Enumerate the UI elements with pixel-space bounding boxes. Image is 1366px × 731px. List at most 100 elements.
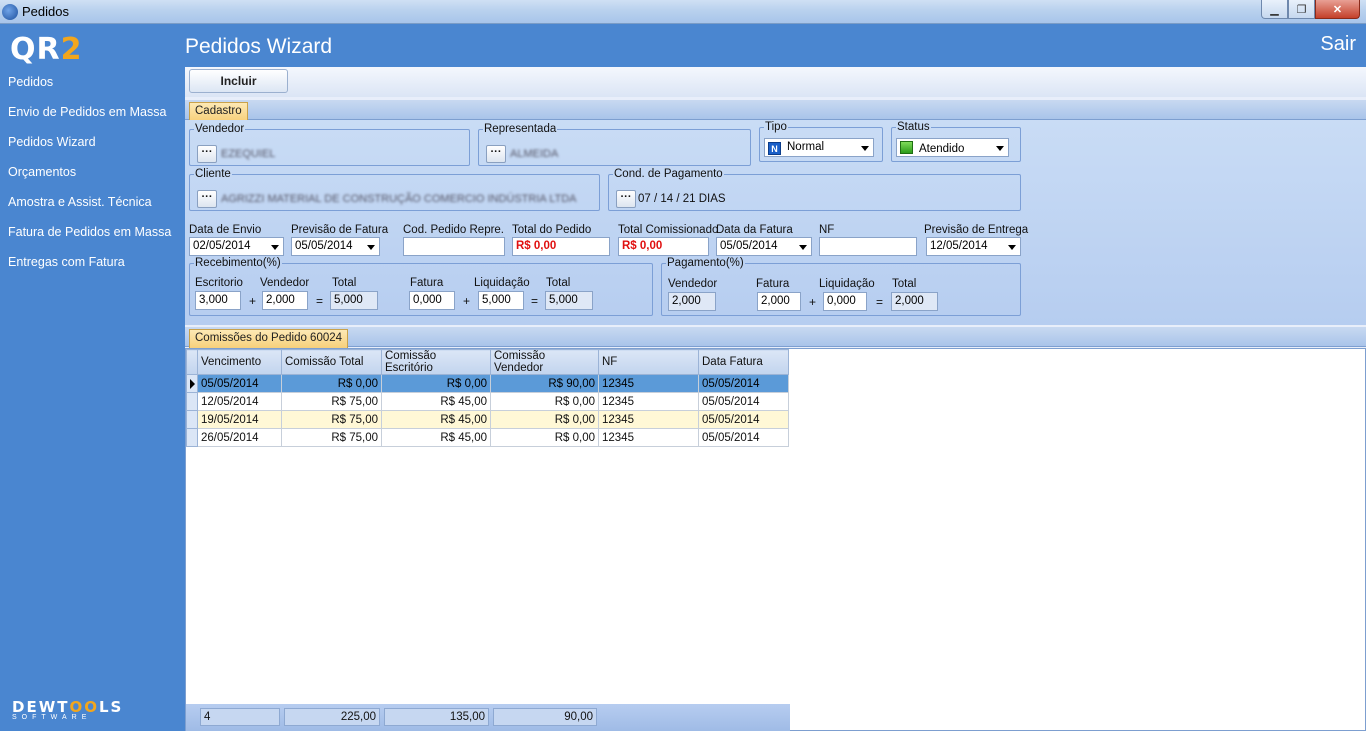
rec-fatura-input[interactable]: 0,000 bbox=[409, 291, 455, 310]
sidebar-item-fatura-pedidos-massa[interactable]: Fatura de Pedidos em Massa bbox=[0, 220, 185, 250]
cell-data-fatura[interactable]: 05/05/2014 bbox=[698, 428, 789, 447]
cell-comissao-vendedor[interactable]: R$ 0,00 bbox=[490, 392, 599, 411]
cod-pedido-input[interactable] bbox=[403, 237, 505, 256]
table-row[interactable]: 05/05/2014 R$ 0,00 R$ 0,00 R$ 90,00 1234… bbox=[186, 374, 789, 393]
pag-liquidacao-input[interactable]: 0,000 bbox=[823, 292, 867, 311]
chevron-down-icon bbox=[861, 146, 869, 151]
cell-data-fatura[interactable]: 05/05/2014 bbox=[698, 410, 789, 429]
cell-comissao-total[interactable]: R$ 75,00 bbox=[281, 428, 382, 447]
representada-lookup-button[interactable]: ··· bbox=[486, 145, 506, 163]
cadastro-panel: Vendedor ··· EZEQUIEL Representada ··· A… bbox=[185, 120, 1366, 325]
cliente-label: Cliente bbox=[195, 168, 231, 180]
vendedor-group: Vendedor ··· EZEQUIEL bbox=[189, 123, 470, 166]
data-envio-label: Data de Envio bbox=[189, 224, 262, 236]
total-comissionado-input[interactable]: R$ 0,00 bbox=[618, 237, 709, 256]
table-row[interactable]: 26/05/2014 R$ 75,00 R$ 45,00 R$ 0,00 123… bbox=[186, 428, 789, 447]
cell-comissao-escritorio[interactable]: R$ 45,00 bbox=[381, 428, 491, 447]
window-titlebar: Pedidos ▁ ❐ ✕ bbox=[0, 0, 1366, 24]
col-comissao-escritorio[interactable]: Comissão Escritório bbox=[381, 349, 491, 375]
data-envio-picker[interactable]: 02/05/2014 bbox=[189, 237, 284, 256]
sidebar-item-pedidos-wizard[interactable]: Pedidos Wizard bbox=[0, 130, 185, 160]
cell-vencimento[interactable]: 19/05/2014 bbox=[197, 410, 282, 429]
cell-nf[interactable]: 12345 bbox=[598, 374, 699, 393]
cell-nf[interactable]: 12345 bbox=[598, 392, 699, 411]
col-data-fatura[interactable]: Data Fatura bbox=[698, 349, 789, 375]
minimize-button[interactable]: ▁ bbox=[1261, 0, 1288, 19]
cell-comissao-escritorio[interactable]: R$ 45,00 bbox=[381, 392, 491, 411]
cell-comissao-vendedor[interactable]: R$ 0,00 bbox=[490, 428, 599, 447]
rec-liquidacao-input[interactable]: 5,000 bbox=[478, 291, 524, 310]
row-selector[interactable] bbox=[186, 428, 198, 447]
incluir-button[interactable]: Incluir bbox=[189, 69, 288, 93]
nf-input[interactable] bbox=[819, 237, 917, 256]
sidebar-item-envio-pedidos-massa[interactable]: Envio de Pedidos em Massa bbox=[0, 100, 185, 130]
row-selector[interactable] bbox=[186, 392, 198, 411]
tipo-select[interactable]: N Normal bbox=[764, 138, 874, 157]
vendedor-lookup-button[interactable]: ··· bbox=[197, 145, 217, 163]
cell-vencimento[interactable]: 12/05/2014 bbox=[197, 392, 282, 411]
tab-cadastro[interactable]: Cadastro bbox=[189, 102, 248, 121]
main-panel: Incluir Cadastro Vendedor ··· EZEQUIEL R… bbox=[185, 67, 1366, 731]
plus-sign: + bbox=[809, 295, 817, 309]
normal-type-icon: N bbox=[768, 142, 781, 155]
cell-vencimento[interactable]: 26/05/2014 bbox=[197, 428, 282, 447]
data-fatura-label: Data da Fatura bbox=[716, 224, 793, 236]
status-select[interactable]: Atendido bbox=[896, 138, 1009, 157]
cell-nf[interactable]: 12345 bbox=[598, 428, 699, 447]
row-selector[interactable] bbox=[186, 410, 198, 429]
exit-link[interactable]: Sair bbox=[1320, 33, 1356, 56]
tipo-label: Tipo bbox=[765, 121, 787, 133]
sidebar-item-pedidos[interactable]: Pedidos bbox=[0, 70, 185, 100]
cell-data-fatura[interactable]: 05/05/2014 bbox=[698, 392, 789, 411]
comissoes-grid: Vencimento Comissão Total Comissão Escri… bbox=[185, 348, 1366, 731]
row-selector-header bbox=[186, 349, 198, 375]
pagamento-group: Pagamento(%) Vendedor 2,000 Fatura 2,000… bbox=[661, 257, 1021, 316]
rec-total2-label: Total bbox=[546, 277, 571, 289]
close-button[interactable]: ✕ bbox=[1315, 0, 1360, 19]
status-label: Status bbox=[897, 121, 930, 133]
col-comissao-total[interactable]: Comissão Total bbox=[281, 349, 382, 375]
cell-comissao-total[interactable]: R$ 75,00 bbox=[281, 410, 382, 429]
cell-comissao-vendedor[interactable]: R$ 90,00 bbox=[490, 374, 599, 393]
previsao-fatura-label: Previsão de Fatura bbox=[291, 224, 389, 236]
cond-pagamento-label: Cond. de Pagamento bbox=[614, 168, 723, 180]
cell-comissao-escritorio[interactable]: R$ 0,00 bbox=[381, 374, 491, 393]
previsao-entrega-picker[interactable]: 12/05/2014 bbox=[926, 237, 1021, 256]
cell-data-fatura[interactable]: 05/05/2014 bbox=[698, 374, 789, 393]
data-fatura-picker[interactable]: 05/05/2014 bbox=[716, 237, 812, 256]
cell-comissao-escritorio[interactable]: R$ 45,00 bbox=[381, 410, 491, 429]
rec-vendedor-input[interactable]: 2,000 bbox=[262, 291, 308, 310]
previsao-fatura-picker[interactable]: 05/05/2014 bbox=[291, 237, 380, 256]
table-row[interactable]: 12/05/2014 R$ 75,00 R$ 45,00 R$ 0,00 123… bbox=[186, 392, 789, 411]
cliente-lookup-button[interactable]: ··· bbox=[197, 190, 217, 208]
rec-escritorio-input[interactable]: 3,000 bbox=[195, 291, 241, 310]
total-pedido-input[interactable]: R$ 0,00 bbox=[512, 237, 610, 256]
col-nf[interactable]: NF bbox=[598, 349, 699, 375]
col-comissao-vendedor[interactable]: Comissão Vendedor bbox=[490, 349, 599, 375]
col-vencimento[interactable]: Vencimento bbox=[197, 349, 282, 375]
sidebar-item-entregas-fatura[interactable]: Entregas com Fatura bbox=[0, 250, 185, 280]
cell-comissao-vendedor[interactable]: R$ 0,00 bbox=[490, 410, 599, 429]
app-logo: QR2 bbox=[10, 32, 83, 67]
cond-pagamento-lookup-button[interactable]: ··· bbox=[616, 190, 636, 208]
cell-nf[interactable]: 12345 bbox=[598, 410, 699, 429]
cell-comissao-total[interactable]: R$ 0,00 bbox=[281, 374, 382, 393]
cell-comissao-total[interactable]: R$ 75,00 bbox=[281, 392, 382, 411]
vendedor-value: EZEQUIEL bbox=[221, 148, 276, 160]
rec-total-value: 5,000 bbox=[330, 291, 378, 310]
window-title: Pedidos bbox=[22, 4, 69, 19]
previsao-entrega-label: Previsão de Entrega bbox=[924, 224, 1029, 236]
footer-comissao-escritorio: 135,00 bbox=[384, 708, 489, 726]
pag-total-value: 2,000 bbox=[891, 292, 938, 311]
tab-comissoes[interactable]: Comissões do Pedido 60024 bbox=[189, 329, 349, 348]
cell-vencimento[interactable]: 05/05/2014 bbox=[197, 374, 282, 393]
sidebar-item-amostra-assist[interactable]: Amostra e Assist. Técnica bbox=[0, 190, 185, 220]
vendor-logo: DEWTOOLS SOFTWARE bbox=[12, 698, 124, 721]
rec-total2-value: 5,000 bbox=[545, 291, 593, 310]
table-row[interactable]: 19/05/2014 R$ 75,00 R$ 45,00 R$ 0,00 123… bbox=[186, 410, 789, 429]
maximize-button[interactable]: ❐ bbox=[1288, 0, 1315, 19]
pag-fatura-input[interactable]: 2,000 bbox=[757, 292, 801, 311]
sidebar-item-orcamentos[interactable]: Orçamentos bbox=[0, 160, 185, 190]
row-selector[interactable] bbox=[186, 374, 198, 393]
rec-total-label: Total bbox=[332, 277, 357, 289]
